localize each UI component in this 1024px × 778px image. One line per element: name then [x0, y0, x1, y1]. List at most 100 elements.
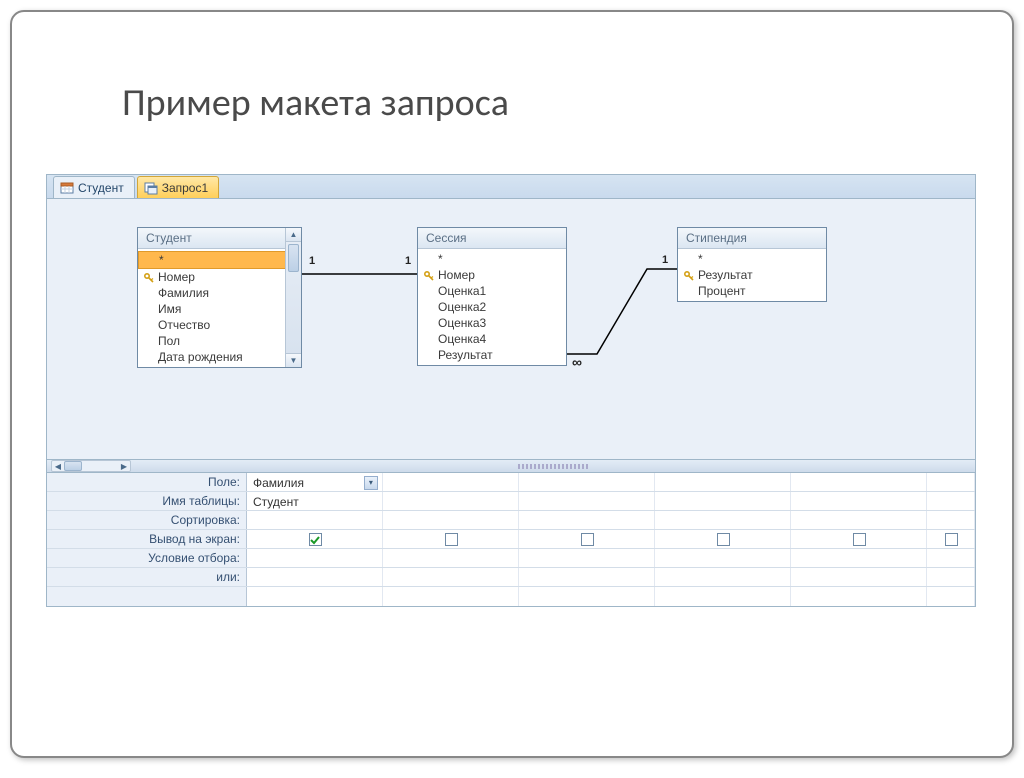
grid-cell[interactable] [247, 511, 383, 529]
table-student[interactable]: Студент * Номер Фамилия Имя Отчество Пол… [137, 227, 302, 368]
field-combo[interactable]: Фамилия ▾ [253, 476, 378, 490]
relation-line-1[interactable] [302, 269, 417, 279]
grid-cell[interactable] [655, 530, 791, 548]
show-checkbox[interactable] [717, 533, 730, 546]
grid-cell[interactable] [927, 568, 975, 586]
field-pol[interactable]: Пол [138, 333, 301, 349]
field-nomer[interactable]: Номер [138, 269, 301, 285]
grid-cell[interactable] [927, 473, 975, 491]
tab-query1[interactable]: Запрос1 [137, 176, 219, 198]
field-percent[interactable]: Процент [678, 283, 826, 299]
field-result[interactable]: Результат [418, 347, 566, 363]
query-design-grid: Поле: Фамилия ▾ Имя таблицы: Студент [47, 473, 975, 606]
grid-cell[interactable] [519, 549, 655, 567]
scroll-down-icon[interactable]: ▼ [286, 353, 301, 367]
show-checkbox[interactable] [581, 533, 594, 546]
table-title: Сессия [418, 228, 566, 249]
horizontal-scrollbar[interactable]: ◀ ▶ [51, 460, 131, 472]
grid-cell[interactable] [791, 473, 927, 491]
grid-cell[interactable] [383, 473, 519, 491]
scroll-thumb[interactable] [288, 244, 299, 272]
relation-cardinality: ∞ [572, 354, 582, 370]
grid-cell[interactable] [519, 511, 655, 529]
grid-cell[interactable] [519, 473, 655, 491]
grid-row-or: или: [47, 568, 975, 587]
grid-cell[interactable] [927, 530, 975, 548]
show-checkbox[interactable] [445, 533, 458, 546]
grid-cell[interactable] [519, 492, 655, 510]
grid-cell[interactable] [791, 511, 927, 529]
grid-cell[interactable] [927, 492, 975, 510]
field-imya[interactable]: Имя [138, 301, 301, 317]
row-label: или: [47, 568, 247, 586]
grid-row-sort: Сортировка: [47, 511, 975, 530]
grid-cell[interactable] [927, 549, 975, 567]
grid-cell[interactable] [791, 492, 927, 510]
grid-cell[interactable]: Фамилия ▾ [247, 473, 383, 491]
grid-cell[interactable] [519, 568, 655, 586]
grid-row-show: Вывод на экран: [47, 530, 975, 549]
grid-cell[interactable] [791, 530, 927, 548]
table-title: Студент [138, 228, 301, 249]
grid-cell[interactable]: Студент [247, 492, 383, 510]
scroll-left-icon[interactable]: ◀ [52, 461, 64, 471]
show-checkbox[interactable] [309, 533, 322, 546]
grid-cell[interactable] [383, 587, 519, 606]
grid-cell[interactable] [247, 549, 383, 567]
scroll-right-icon[interactable]: ▶ [118, 461, 130, 471]
field-oc3[interactable]: Оценка3 [418, 315, 566, 331]
grid-cell[interactable] [927, 511, 975, 529]
grid-cell[interactable] [655, 587, 791, 606]
grid-cell[interactable] [655, 549, 791, 567]
grid-cell[interactable] [519, 587, 655, 606]
grid-cell[interactable] [791, 549, 927, 567]
field-nomer[interactable]: Номер [418, 267, 566, 283]
grid-cell[interactable] [927, 587, 975, 606]
grid-cell[interactable] [383, 568, 519, 586]
grid-cell[interactable] [655, 473, 791, 491]
field-star[interactable]: * [678, 251, 826, 267]
field-star[interactable]: * [418, 251, 566, 267]
grid-cell[interactable] [247, 530, 383, 548]
query-icon [144, 181, 158, 195]
field-star[interactable]: * [138, 251, 301, 269]
grid-cell[interactable] [791, 587, 927, 606]
grid-cell[interactable] [655, 492, 791, 510]
field-dob[interactable]: Дата рождения [138, 349, 301, 365]
grid-cell[interactable] [383, 511, 519, 529]
table-icon [60, 181, 74, 195]
grid-cell[interactable] [655, 568, 791, 586]
relations-pane[interactable]: Студент * Номер Фамилия Имя Отчество Пол… [47, 199, 975, 459]
grid-row-blank [47, 587, 975, 606]
row-label: Сортировка: [47, 511, 247, 529]
grid-cell[interactable] [247, 568, 383, 586]
grid-cell[interactable] [655, 511, 791, 529]
show-checkbox[interactable] [853, 533, 866, 546]
field-familia[interactable]: Фамилия [138, 285, 301, 301]
table-stipend[interactable]: Стипендия * Результат Процент [677, 227, 827, 302]
field-oc4[interactable]: Оценка4 [418, 331, 566, 347]
field-result[interactable]: Результат [678, 267, 826, 283]
grid-cell[interactable] [247, 587, 383, 606]
pane-splitter[interactable]: ◀ ▶ [47, 459, 975, 473]
tab-student[interactable]: Студент [53, 176, 135, 198]
field-oc2[interactable]: Оценка2 [418, 299, 566, 315]
grid-cell[interactable] [383, 530, 519, 548]
scrollbar[interactable]: ▲ ▼ [285, 228, 301, 367]
field-otchestvo[interactable]: Отчество [138, 317, 301, 333]
table-session[interactable]: Сессия * Номер Оценка1 Оценка2 Оценка3 О… [417, 227, 567, 366]
grid-cell[interactable] [519, 530, 655, 548]
key-icon [684, 270, 694, 280]
grid-cell[interactable] [791, 568, 927, 586]
show-checkbox[interactable] [945, 533, 958, 546]
field-oc1[interactable]: Оценка1 [418, 283, 566, 299]
dropdown-icon[interactable]: ▾ [364, 476, 378, 490]
scroll-thumb[interactable] [64, 461, 82, 471]
scroll-up-icon[interactable]: ▲ [286, 228, 301, 242]
tab-label: Студент [78, 181, 124, 195]
grid-cell[interactable] [383, 549, 519, 567]
row-label: Вывод на экран: [47, 530, 247, 548]
splitter-grip-icon[interactable] [131, 464, 975, 469]
grid-cell[interactable] [383, 492, 519, 510]
relation-line-2[interactable] [567, 269, 677, 364]
